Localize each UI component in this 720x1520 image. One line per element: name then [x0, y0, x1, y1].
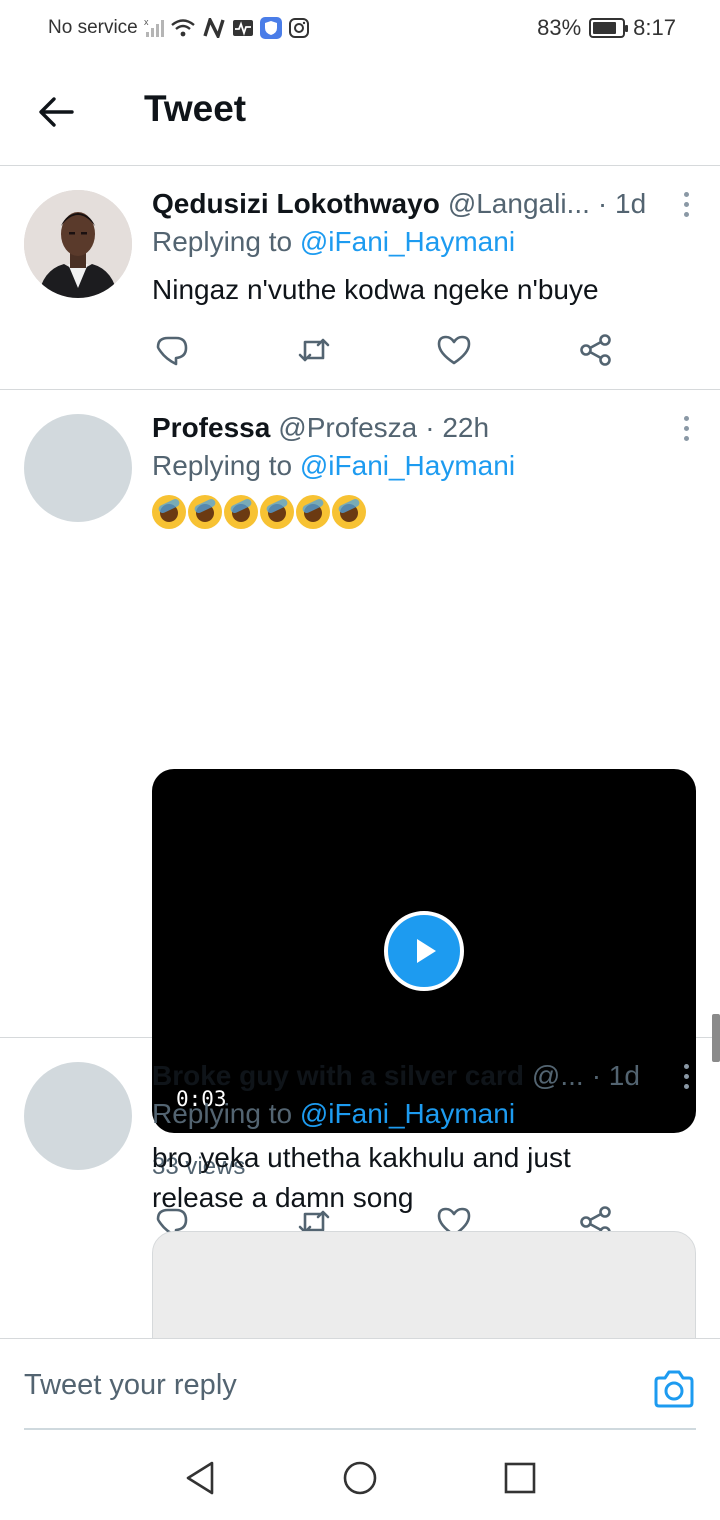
rolling-on-the-floor-laughing-emoji	[152, 494, 186, 529]
replying-to-mention[interactable]: @iFani_Haymani	[300, 450, 515, 481]
nav-back-icon	[186, 1461, 214, 1495]
tweet-body: Professa @Profesza · 22h Replying to @iF…	[152, 408, 698, 1238]
status-left: No service x	[48, 16, 310, 40]
clock: 8:17	[633, 15, 676, 40]
system-navigation-bar	[0, 1430, 720, 1520]
replying-to-label: Replying to	[152, 450, 293, 481]
nav-recents-icon	[504, 1462, 536, 1494]
activity-icon	[232, 18, 254, 38]
replying-to: Replying to @iFani_Haymani	[152, 226, 515, 258]
timestamp: · 1d	[591, 1060, 640, 1091]
nav-back-button[interactable]	[180, 1458, 220, 1498]
like-button[interactable]	[434, 330, 474, 370]
avatar[interactable]	[24, 190, 132, 298]
rolling-on-the-floor-laughing-emoji	[224, 494, 258, 529]
replying-to-mention[interactable]: @iFani_Haymani	[300, 1098, 515, 1129]
back-button[interactable]	[32, 88, 80, 136]
scrollbar-thumb[interactable]	[712, 1014, 720, 1062]
more-options-button[interactable]	[674, 1060, 698, 1092]
camera-icon	[654, 1370, 694, 1408]
display-name[interactable]: Broke guy with a silver card	[152, 1060, 524, 1092]
nav-home-button[interactable]	[340, 1458, 380, 1498]
nav-recents-button[interactable]	[500, 1458, 540, 1498]
tweet-actions	[152, 330, 632, 370]
reply-button[interactable]	[152, 330, 192, 370]
top-app-bar: Tweet	[0, 56, 720, 166]
share-icon	[580, 334, 611, 366]
reply-tweet[interactable]: Broke guy with a silver card @... · 1d R…	[0, 1038, 720, 1338]
nfc-icon	[202, 18, 226, 38]
replies-feed[interactable]: Qedusizi Lokothwayo @Langali... · 1d Rep…	[0, 166, 720, 1338]
signal-icon: x	[144, 18, 164, 38]
media-placeholder[interactable]	[152, 1231, 696, 1338]
tweet-header: Professa @Profesza · 22h	[152, 408, 652, 448]
camera-button[interactable]	[652, 1369, 696, 1409]
reply-icon	[156, 336, 188, 366]
tweet-text: Ningaz n'vuthe kodwa ngeke n'buye	[152, 274, 599, 305]
wifi-icon	[170, 18, 196, 38]
replying-to-label: Replying to	[152, 1098, 293, 1129]
display-name[interactable]: Professa	[152, 412, 270, 444]
profile-photo	[24, 190, 132, 298]
back-arrow-icon	[39, 97, 74, 127]
rolling-on-the-floor-laughing-emoji	[260, 494, 294, 529]
share-button[interactable]	[576, 330, 616, 370]
play-button[interactable]	[384, 911, 464, 991]
like-icon	[437, 335, 471, 365]
rolling-on-the-floor-laughing-emoji	[296, 494, 330, 529]
tweet-emoji-row	[152, 490, 672, 530]
shield-app-icon	[259, 17, 282, 39]
rolling-on-the-floor-laughing-emoji	[188, 494, 222, 529]
timestamp: · 22h	[425, 412, 490, 443]
rolling-on-the-floor-laughing-emoji	[332, 494, 366, 529]
more-options-button[interactable]	[674, 188, 698, 220]
status-bar: No service x 83% 8:17	[0, 0, 720, 56]
avatar[interactable]	[24, 1062, 132, 1170]
status-right: 83% 8:17	[537, 14, 676, 42]
tweet-header: Qedusizi Lokothwayo @Langali... · 1d	[152, 184, 652, 224]
carrier-label: No service	[48, 17, 138, 38]
battery-icon	[589, 18, 629, 38]
replying-to: Replying to @iFani_Haymani	[152, 450, 515, 482]
replying-to-label: Replying to	[152, 226, 293, 257]
nav-home-icon	[343, 1461, 377, 1495]
battery-percent: 83%	[537, 15, 582, 40]
tweet-text-line: release a damn song	[152, 1182, 414, 1213]
tweet-text: bro yeka uthetha kakhulu and just releas…	[152, 1138, 672, 1218]
reply-input[interactable]	[24, 1363, 584, 1407]
svg-text:x: x	[144, 18, 149, 27]
retweet-button[interactable]	[294, 330, 334, 370]
instagram-icon	[288, 17, 310, 39]
user-handle[interactable]: @Langali...	[448, 188, 590, 220]
tweet-body: Qedusizi Lokothwayo @Langali... · 1d Rep…	[152, 184, 696, 384]
display-name[interactable]: Qedusizi Lokothwayo	[152, 188, 440, 220]
user-handle[interactable]: @Profesza	[278, 412, 417, 444]
reply-tweet[interactable]: Qedusizi Lokothwayo @Langali... · 1d Rep…	[0, 166, 720, 390]
timestamp: · 1d	[597, 188, 647, 219]
play-icon	[417, 939, 436, 963]
tweet-header: Broke guy with a silver card @... · 1d	[152, 1056, 652, 1096]
tweet-text-line: bro yeka uthetha kakhulu and just	[152, 1142, 571, 1173]
replying-to-mention[interactable]: @iFani_Haymani	[300, 226, 515, 257]
tweet-body: Broke guy with a silver card @... · 1d R…	[152, 1056, 696, 1338]
reply-composer	[0, 1338, 720, 1430]
avatar[interactable]	[24, 414, 132, 522]
more-options-button[interactable]	[674, 412, 698, 444]
retweet-icon	[298, 338, 330, 362]
reply-tweet[interactable]: Professa @Profesza · 22h Replying to @iF…	[0, 390, 720, 1238]
user-handle[interactable]: @...	[532, 1060, 584, 1092]
page-title: Tweet	[144, 88, 247, 129]
replying-to: Replying to @iFani_Haymani	[152, 1098, 515, 1130]
